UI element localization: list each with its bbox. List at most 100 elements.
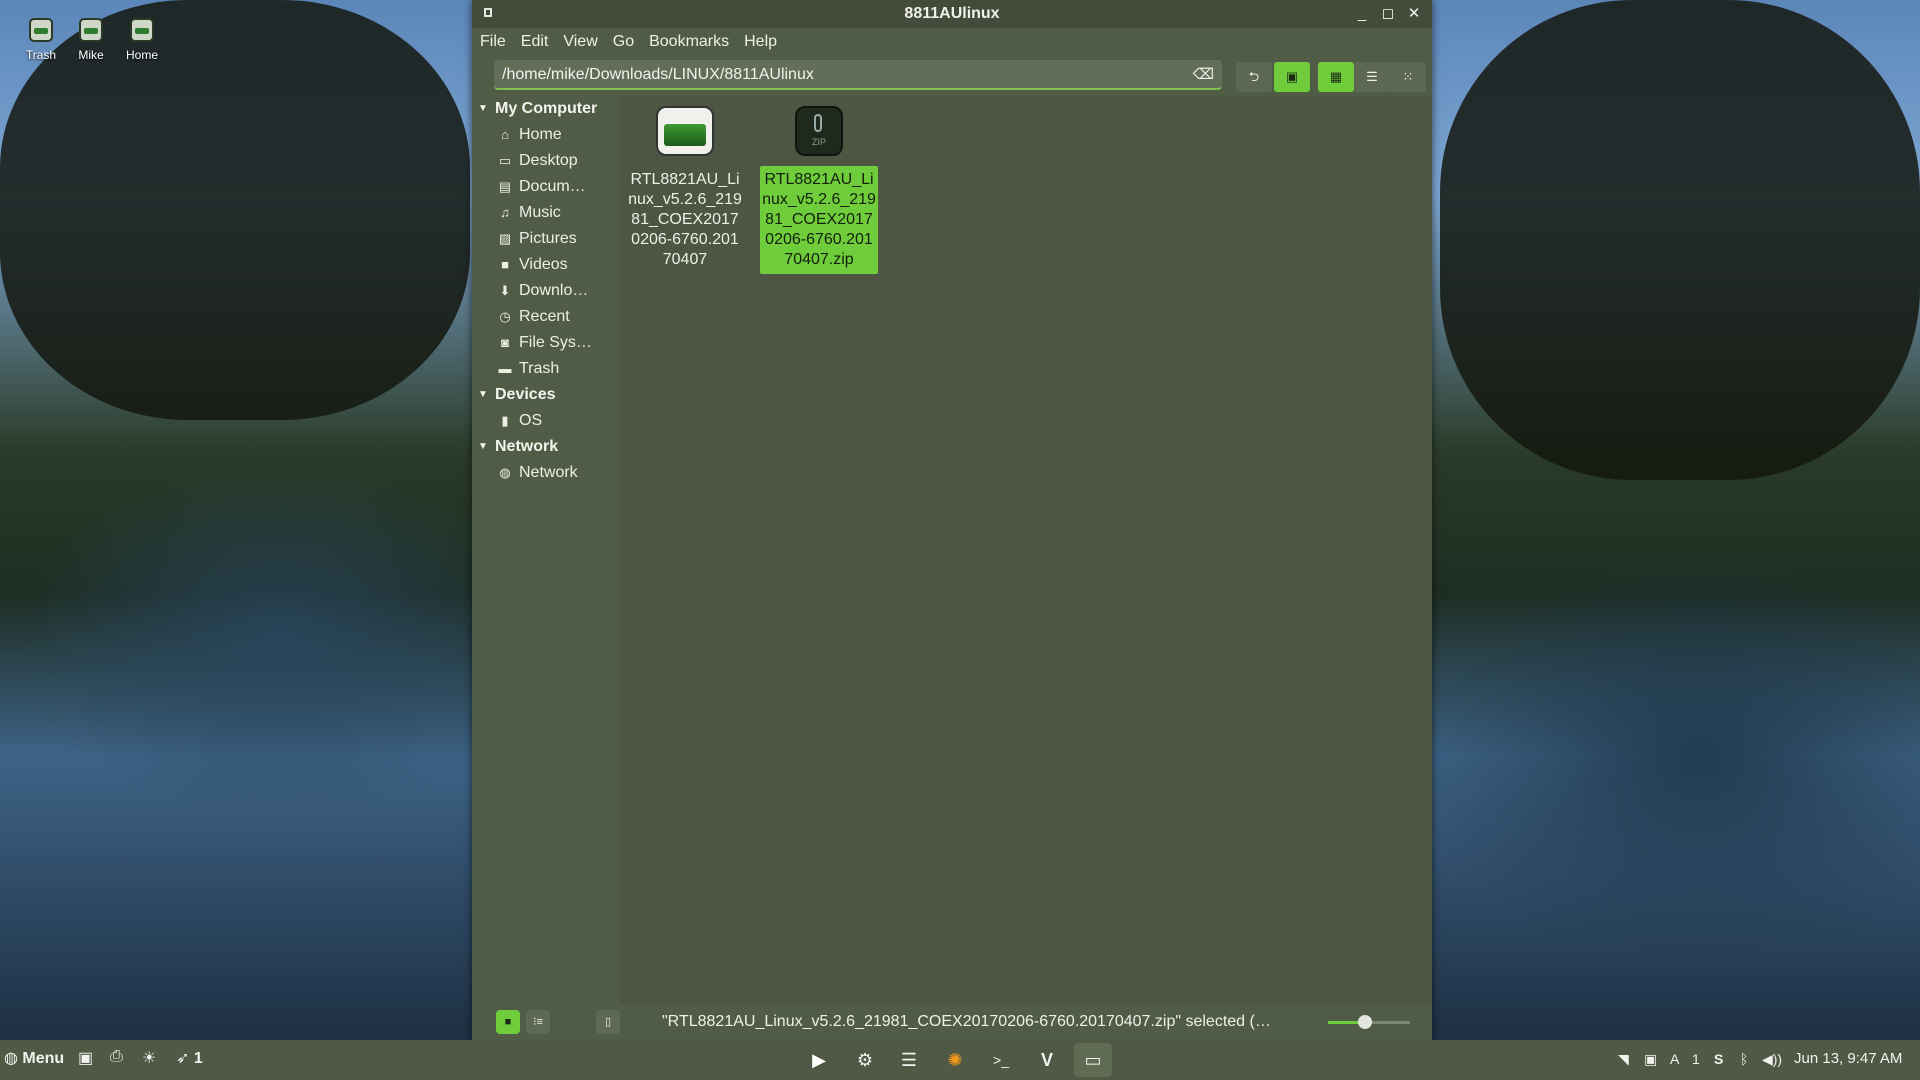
menu-help[interactable]: Help [744,33,777,51]
workspace-icon[interactable]: ▣ [1644,1051,1657,1068]
drive-icon [79,18,103,42]
sidebar-item-pictures[interactable]: ▨ Pictures [472,226,620,252]
terminal-icon[interactable]: >_ [982,1043,1020,1077]
wifi-icon[interactable]: ◥ [1618,1051,1629,1068]
sidebar-item-home[interactable]: ⌂ Home [472,122,620,148]
desktop-icon-mike[interactable]: Mike [66,18,116,62]
close-button[interactable]: ✕ [1404,4,1424,24]
sidebar-item-label: Trash [519,360,560,377]
list-view-icon[interactable]: ☰ [1354,62,1390,92]
media-player-icon[interactable]: ▶ [800,1043,838,1077]
sidebar-item-label: Home [519,126,562,143]
show-desktop-icon[interactable]: ▣ [78,1048,93,1068]
wallpaper-tree-right [1440,0,1920,480]
workspace-indicator-icon[interactable]: 1 [1692,1051,1700,1067]
icon-view-icon[interactable]: ▦ [1318,62,1354,92]
sidebar-item-videos[interactable]: ■ Videos [472,252,620,278]
sidebar-item-label: Pictures [519,230,577,247]
file-view[interactable]: RTL8821AU_Linux_v5.2.6_21981_COEX2017020… [620,96,1432,1004]
network-icon: ◍ [499,465,511,480]
sidebar-item-trash[interactable]: ▬ Trash [472,356,620,382]
menu-go[interactable]: Go [613,33,634,51]
file-name: RTL8821AU_Linux_v5.2.6_21981_COEX2017020… [760,166,878,274]
clear-location-icon[interactable]: ⌫ [1193,65,1214,83]
download-icon: ⬇ [499,283,511,298]
compact-view-icon[interactable]: ⁙ [1390,62,1426,92]
minimize-button[interactable]: _ [1352,4,1372,24]
notifications-button[interactable]: ➶ 1 [176,1048,203,1068]
brightness-icon[interactable]: ☀ [142,1048,156,1068]
settings-icon[interactable]: ⚙ [846,1043,884,1077]
file-name: RTL8821AU_Linux_v5.2.6_21981_COEX2017020… [628,171,742,268]
sidebar-item-label: Desktop [519,152,578,169]
desktop-icon: ▭ [498,153,512,168]
vivaldi-icon[interactable]: V [1028,1043,1066,1077]
desktop-icon-label: Trash [25,48,57,62]
collapse-triangle-icon[interactable]: ▼ [478,382,488,408]
zoom-slider-handle[interactable] [1357,1015,1372,1029]
sidebar-item-label: OS [519,412,543,429]
text-editor-icon[interactable]: ☰ [890,1043,928,1077]
zip-archive-icon: ZIP [795,106,843,156]
file-manager-window: 8811AUlinux _ ◻ ✕ File Edit View Go Book… [472,0,1432,1040]
trash-icon: ▬ [498,361,512,376]
recent-icon: ◷ [499,309,511,324]
show-places-button[interactable]: ■ [496,1010,520,1034]
collapse-triangle-icon[interactable]: ▼ [478,96,488,122]
keyboard-layout-icon[interactable]: A [1670,1051,1679,1067]
sidebar-item-label: Videos [519,256,568,273]
menu-edit[interactable]: Edit [521,33,549,51]
maximize-button[interactable]: ◻ [1378,4,1398,24]
zoom-slider[interactable] [1328,1015,1410,1029]
hide-sidebar-button[interactable]: ▯ [596,1010,620,1034]
sidebar-section-title: Network [495,438,559,455]
volume-icon[interactable]: ◀)) [1762,1051,1782,1068]
skype-icon[interactable]: S [1714,1051,1723,1067]
sidebar-item-label: Recent [519,308,570,325]
menu-button[interactable]: ◍ Menu [4,1048,64,1068]
sidebar: ▼ My Computer ⌂ Home ▭ Desktop ▤ Docum… ♫ Mu… [472,96,620,1004]
filesystem-icon: ◙ [501,335,509,350]
location-input[interactable] [500,63,1184,87]
show-tree-button[interactable]: ⁝≡ [526,1010,550,1034]
toolbar: ⌫ ⮌ ▣ ▦ ☰ ⁙ [472,56,1432,96]
sidebar-section-devices[interactable]: ▼ Devices [472,382,620,408]
drive-icon: ▮ [501,413,509,428]
image-view-icon[interactable]: ▣ [1274,62,1310,92]
sidebar-section-title: My Computer [495,100,598,117]
desktop-icon-trash[interactable]: Trash [16,18,66,62]
firefox-icon[interactable]: ✺ [936,1043,974,1077]
mint-logo-icon: ◍ [4,1050,18,1067]
folder-icon [656,106,714,156]
menu-bookmarks[interactable]: Bookmarks [649,33,729,51]
menu-file[interactable]: File [480,33,506,51]
sidebar-item-network[interactable]: ◍ Network [472,460,620,486]
collapse-triangle-icon[interactable]: ▼ [478,434,488,460]
titlebar[interactable]: 8811AUlinux _ ◻ ✕ [472,0,1432,28]
sidebar-item-downloads[interactable]: ⬇ Downlo… [472,278,620,304]
sidebar-item-label: Downlo… [519,282,589,299]
toggle-location-icon[interactable]: ⮌ [1236,62,1272,92]
clock[interactable]: Jun 13, 9:47 AM [1794,1050,1902,1067]
home-icon: ⌂ [501,127,509,142]
sidebar-item-recent[interactable]: ◷ Recent [472,304,620,330]
desktop-icon-home[interactable]: Home [117,18,167,62]
file-manager-icon[interactable]: ▭ [1074,1043,1112,1077]
file-item-zip[interactable]: ZIP RTL8821AU_Linux_v5.2.6_21981_COEX201… [760,106,878,274]
sidebar-section-network[interactable]: ▼ Network [472,434,620,460]
sidebar-item-label: File Sys… [519,334,592,351]
sidebar-section-my-computer[interactable]: ▼ My Computer [472,96,620,122]
sidebar-item-desktop[interactable]: ▭ Desktop [472,148,620,174]
file-item-folder[interactable]: RTL8821AU_Linux_v5.2.6_21981_COEX2017020… [626,106,744,274]
printer-icon[interactable]: ⎙ [110,1048,123,1066]
bluetooth-icon[interactable]: ᛒ [1740,1051,1748,1067]
sidebar-item-documents[interactable]: ▤ Docum… [472,174,620,200]
desktop-icon-label: Home [125,48,158,62]
menu-label: Menu [22,1050,65,1067]
menu-view[interactable]: View [563,33,597,51]
sidebar-item-os[interactable]: ▮ OS [472,408,620,434]
sidebar-item-music[interactable]: ♫ Music [472,200,620,226]
pictures-icon: ▨ [498,231,512,246]
sidebar-item-filesystem[interactable]: ◙ File Sys… [472,330,620,356]
zip-badge: ZIP [811,137,826,147]
